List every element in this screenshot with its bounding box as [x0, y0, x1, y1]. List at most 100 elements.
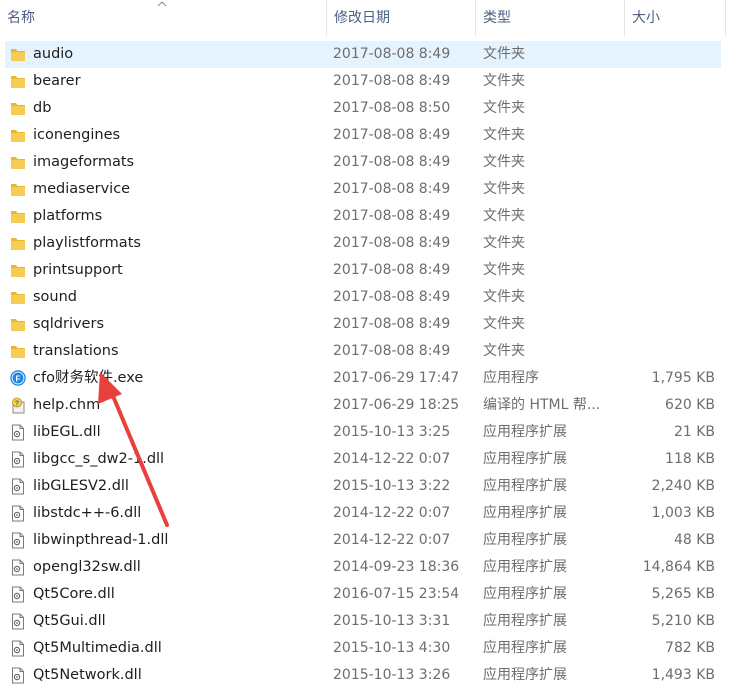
- file-type: 应用程序扩展: [483, 532, 567, 548]
- dll-file-icon: [10, 478, 26, 495]
- file-name: Qt5Core.dll: [33, 586, 115, 602]
- file-name: iconengines: [33, 127, 121, 143]
- folder-icon: [10, 343, 26, 360]
- list-item[interactable]: printsupport 2017-08-08 8:49 文件夹: [0, 257, 744, 284]
- list-item[interactable]: libstdc++-6.dll 2014-12-22 0:07 应用程序扩展 1,00…: [0, 500, 744, 527]
- list-item[interactable]: libwinpthread-1.dll 2014-12-22 0:07 应用程序扩展…: [0, 527, 744, 554]
- file-type: 文件夹: [483, 181, 525, 197]
- file-name: platforms: [33, 208, 103, 224]
- column-header-date[interactable]: 修改日期: [327, 0, 475, 36]
- sort-ascending-icon: [157, 1, 167, 7]
- file-name: mediaservice: [33, 181, 131, 197]
- folder-icon: [10, 316, 26, 333]
- file-date: 2017-08-08 8:49: [333, 181, 451, 197]
- list-item[interactable]: Qt5Network.dll 2015-10-13 3:26 应用程序扩展 1,493…: [0, 662, 744, 689]
- file-size: 14,864 KB: [642, 559, 715, 575]
- folder-icon: [10, 262, 26, 279]
- file-date: 2017-08-08 8:49: [333, 46, 451, 62]
- file-date: 2017-08-08 8:49: [333, 127, 451, 143]
- dll-file-icon: [10, 613, 26, 630]
- list-item[interactable]: translations 2017-08-08 8:49 文件夹: [0, 338, 744, 365]
- column-header-type[interactable]: 类型: [476, 0, 624, 36]
- file-date: 2014-12-22 0:07: [333, 532, 451, 548]
- file-date: 2014-12-22 0:07: [333, 451, 451, 467]
- file-date: 2017-08-08 8:49: [333, 154, 451, 170]
- list-item[interactable]: audio 2017-08-08 8:49 文件夹: [0, 41, 744, 68]
- file-type: 应用程序扩展: [483, 640, 567, 656]
- dll-file-icon: [10, 640, 26, 657]
- help-file-icon: ?: [10, 397, 26, 414]
- file-date: 2017-08-08 8:49: [333, 262, 451, 278]
- file-name: cfo财务软件.exe: [33, 370, 144, 386]
- file-date: 2015-10-13 4:30: [333, 640, 451, 656]
- file-size: 5,265 KB: [651, 586, 715, 602]
- column-header-bar: 名称 修改日期 类型 大小: [0, 0, 744, 36]
- list-item[interactable]: libGLESV2.dll 2015-10-13 3:22 应用程序扩展 2,240 …: [0, 473, 744, 500]
- list-item[interactable]: sqldrivers 2017-08-08 8:49 文件夹: [0, 311, 744, 338]
- file-date: 2015-10-13 3:26: [333, 667, 451, 683]
- file-size: 5,210 KB: [651, 613, 715, 629]
- app-exe-icon: F: [10, 370, 26, 387]
- file-date: 2017-08-08 8:49: [333, 289, 451, 305]
- list-item[interactable]: opengl32sw.dll 2014-09-23 18:36 应用程序扩展 14,8…: [0, 554, 744, 581]
- list-item[interactable]: ? help.chm 2017-06-29 18:25 编译的 HTML 帮... 62…: [0, 392, 744, 419]
- dll-file-icon: [10, 667, 26, 684]
- file-name: libGLESV2.dll: [33, 478, 129, 494]
- file-name: sqldrivers: [33, 316, 104, 332]
- dll-file-icon: [10, 424, 26, 441]
- list-item[interactable]: playlistformats 2017-08-08 8:49 文件夹: [0, 230, 744, 257]
- file-size: [625, 203, 715, 230]
- file-date: 2017-08-08 8:49: [333, 73, 451, 89]
- file-name: libgcc_s_dw2-1.dll: [33, 451, 165, 467]
- file-name: libEGL.dll: [33, 424, 101, 440]
- list-item[interactable]: sound 2017-08-08 8:49 文件夹: [0, 284, 744, 311]
- list-item[interactable]: Fcfo财务软件.exe 2017-06-29 17:47 应用程序 1,795 KB: [0, 365, 744, 392]
- file-name: Qt5Network.dll: [33, 667, 142, 683]
- svg-text:?: ?: [15, 400, 19, 407]
- file-date: 2017-06-29 18:25: [333, 397, 460, 413]
- file-date: 2014-12-22 0:07: [333, 505, 451, 521]
- folder-icon: [10, 46, 26, 63]
- list-item[interactable]: imageformats 2017-08-08 8:49 文件夹: [0, 149, 744, 176]
- list-item[interactable]: Qt5Multimedia.dll 2015-10-13 4:30 应用程序扩展 78…: [0, 635, 744, 662]
- column-divider[interactable]: [725, 0, 726, 36]
- file-size: 48 KB: [673, 532, 715, 548]
- file-type: 文件夹: [483, 289, 525, 305]
- file-size: [625, 338, 715, 365]
- file-type: 文件夹: [483, 154, 525, 170]
- list-item[interactable]: platforms 2017-08-08 8:49 文件夹: [0, 203, 744, 230]
- file-date: 2017-08-08 8:49: [333, 316, 451, 332]
- file-name: libstdc++-6.dll: [33, 505, 142, 521]
- file-type: 文件夹: [483, 316, 525, 332]
- file-name: libwinpthread-1.dll: [33, 532, 169, 548]
- list-item[interactable]: libgcc_s_dw2-1.dll 2014-12-22 0:07 应用程序扩展 1…: [0, 446, 744, 473]
- file-date: 2014-09-23 18:36: [333, 559, 460, 575]
- list-item[interactable]: iconengines 2017-08-08 8:49 文件夹: [0, 122, 744, 149]
- dll-file-icon: [10, 586, 26, 603]
- file-size: 620 KB: [665, 397, 715, 413]
- file-type: 应用程序扩展: [483, 478, 567, 494]
- file-date: 2017-06-29 17:47: [333, 370, 460, 386]
- folder-icon: [10, 289, 26, 306]
- list-item[interactable]: mediaservice 2017-08-08 8:49 文件夹: [0, 176, 744, 203]
- dll-file-icon: [10, 559, 26, 576]
- list-item[interactable]: Qt5Gui.dll 2015-10-13 3:31 应用程序扩展 5,210 KB: [0, 608, 744, 635]
- file-size: 2,240 KB: [651, 478, 715, 494]
- file-type: 应用程序扩展: [483, 667, 567, 683]
- list-item[interactable]: bearer 2017-08-08 8:49 文件夹: [0, 68, 744, 95]
- file-type: 文件夹: [483, 100, 525, 116]
- file-size: [625, 149, 715, 176]
- file-size: [625, 230, 715, 257]
- list-item[interactable]: db 2017-08-08 8:50 文件夹: [0, 95, 744, 122]
- file-name: printsupport: [33, 262, 123, 278]
- file-name: opengl32sw.dll: [33, 559, 141, 575]
- file-date: 2015-10-13 3:31: [333, 613, 451, 629]
- folder-icon: [10, 154, 26, 171]
- file-date: 2017-08-08 8:49: [333, 343, 451, 359]
- dll-file-icon: [10, 451, 26, 468]
- column-header-size[interactable]: 大小: [625, 0, 725, 36]
- file-size: 782 KB: [665, 640, 715, 656]
- list-item[interactable]: Qt5Core.dll 2016-07-15 23:54 应用程序扩展 5,265 K…: [0, 581, 744, 608]
- file-size: [625, 122, 715, 149]
- list-item[interactable]: libEGL.dll 2015-10-13 3:25 应用程序扩展 21 KB: [0, 419, 744, 446]
